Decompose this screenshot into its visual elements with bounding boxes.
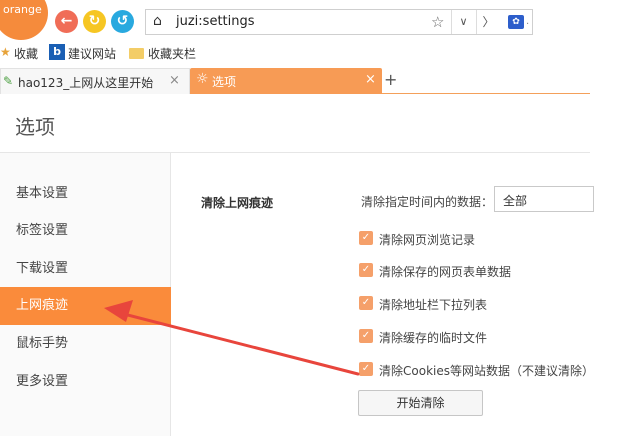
tab-options[interactable]: ☼ 选项 ×	[190, 68, 382, 94]
bookmark-favorites-bar[interactable]: 收藏夹栏	[148, 45, 196, 62]
sidebar-item-download[interactable]: 下载设置	[0, 250, 171, 288]
address-bar[interactable]: ⌂ juzi:settings ☆ ∨ 〉 ✿ .	[145, 9, 533, 35]
chevron-down-icon[interactable]: ∨	[451, 10, 475, 34]
checkbox-checked[interactable]: ✓	[359, 329, 373, 343]
option-label: 清除Cookies等网站数据（不建议清除）	[379, 364, 594, 378]
browser-logo[interactable]: orange	[0, 0, 48, 40]
page-title: 选项	[15, 115, 55, 139]
start-clear-button[interactable]: 开始清除	[358, 390, 483, 416]
tab-hao123[interactable]: ✎ hao123_上网从这里开始 ×	[0, 68, 190, 94]
sidebar-item-tabs[interactable]: 标签设置	[0, 212, 171, 250]
time-range-select[interactable]: 全部	[494, 186, 594, 212]
checkbox-checked[interactable]: ✓	[359, 296, 373, 310]
folder-icon[interactable]	[129, 48, 144, 59]
sidebar-item-basic[interactable]: 基本设置	[0, 175, 171, 213]
close-icon[interactable]: ×	[365, 72, 376, 87]
chevron-right-icon[interactable]: 〉	[476, 10, 500, 34]
tab-label: hao123_上网从这里开始	[18, 76, 154, 90]
refresh-button[interactable]: ↻	[83, 10, 106, 33]
search-engine-dropdown-icon[interactable]: .	[526, 16, 529, 27]
tab-bar: ✎ hao123_上网从这里开始 × ☼ 选项 × +	[0, 64, 590, 94]
tab-label: 选项	[212, 75, 237, 89]
checkbox-checked[interactable]: ✓	[359, 263, 373, 277]
forward-button[interactable]: ↺	[111, 10, 134, 33]
star-icon[interactable]: ☆	[431, 13, 444, 31]
checkbox-checked[interactable]: ✓	[359, 362, 373, 376]
baidu-paw-icon[interactable]: ✿	[508, 15, 524, 29]
bookmark-favorites[interactable]: 收藏	[14, 45, 38, 62]
time-range-label: 清除指定时间内的数据：	[361, 195, 494, 209]
option-label: 清除网页浏览记录	[379, 233, 476, 247]
hao123-icon: ✎	[3, 74, 14, 88]
new-tab-button[interactable]: +	[384, 70, 397, 89]
time-range-value: 全部	[503, 194, 528, 208]
bookmark-suggested-sites[interactable]: 建议网站	[68, 45, 116, 62]
sidebar-item-more[interactable]: 更多设置	[0, 363, 171, 401]
favorites-star-icon[interactable]: ★	[0, 45, 11, 59]
section-title: 清除上网痕迹	[201, 196, 274, 210]
option-label: 清除保存的网页表单数据	[379, 265, 512, 279]
settings-sidebar: 基本设置 标签设置 下载设置 上网痕迹 鼠标手势 更多设置	[0, 153, 171, 436]
close-icon[interactable]: ×	[169, 73, 180, 88]
address-text[interactable]: juzi:settings	[176, 14, 255, 29]
logo-text: orange	[3, 3, 42, 16]
bookmarks-bar: ★ 收藏 b 建议网站 收藏夹栏	[0, 42, 590, 64]
browser-toolbar: orange ← ↻ ↺ ⌂ juzi:settings ☆ ∨ 〉 ✿ .	[0, 0, 590, 42]
checkbox-checked[interactable]: ✓	[359, 231, 373, 245]
gear-icon: ☼	[196, 71, 209, 87]
sidebar-item-browsing-traces[interactable]: 上网痕迹	[0, 287, 171, 325]
home-icon[interactable]: ⌂	[153, 13, 162, 29]
bing-icon[interactable]: b	[49, 44, 65, 60]
settings-content: 清除上网痕迹 清除指定时间内的数据： 全部 ✓ 清除网页浏览记录 ✓ 清除保存的…	[172, 154, 594, 436]
back-button[interactable]: ←	[55, 10, 78, 33]
option-label: 清除地址栏下拉列表	[379, 298, 488, 312]
sidebar-item-mouse-gestures[interactable]: 鼠标手势	[0, 325, 171, 363]
option-label: 清除缓存的临时文件	[379, 331, 488, 345]
page-header: 选项	[0, 95, 590, 153]
